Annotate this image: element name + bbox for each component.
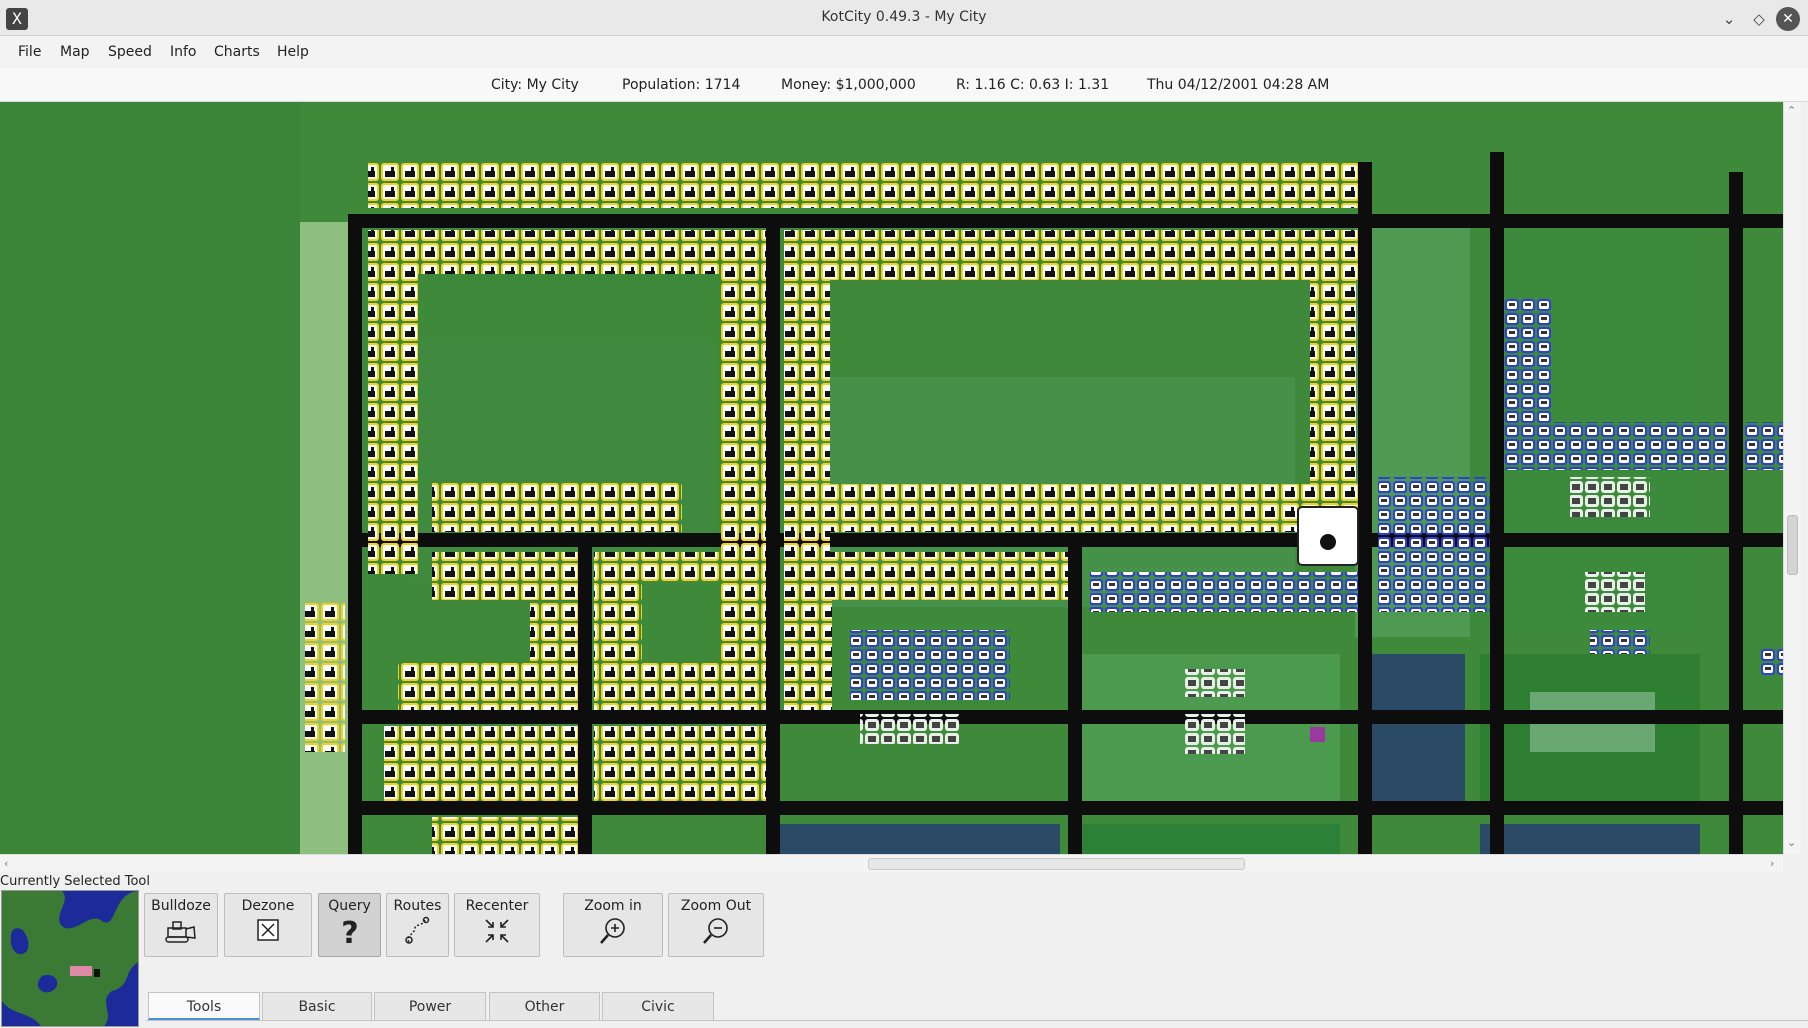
vertical-scroll-thumb[interactable]	[1787, 515, 1798, 575]
city-name-label: City: My City	[491, 77, 579, 93]
svg-text:?: ?	[341, 916, 358, 946]
question-icon: ?	[341, 916, 358, 946]
menu-bar: File Map Speed Info Charts Help	[0, 36, 1808, 68]
zoom-out-button[interactable]: Zoom Out	[668, 893, 764, 957]
menu-map[interactable]: Map	[60, 44, 90, 60]
recenter-label: Recenter	[465, 898, 529, 914]
recenter-icon	[485, 919, 509, 943]
recenter-button[interactable]: Recenter	[454, 893, 540, 957]
menu-charts[interactable]: Charts	[214, 44, 260, 60]
zoom-in-icon	[600, 918, 625, 944]
city-map-viewport[interactable]	[0, 102, 1783, 854]
zoom-out-label: Zoom Out	[680, 898, 752, 914]
horizontal-scroll-thumb[interactable]	[868, 858, 1245, 870]
dezone-icon	[257, 919, 279, 941]
tab-other[interactable]: Other	[489, 992, 600, 1020]
minimize-icon[interactable]: ⌄	[1717, 7, 1741, 31]
dezone-button[interactable]: Dezone	[224, 893, 312, 957]
money-label: Money: $1,000,000	[781, 77, 916, 93]
selected-tool-label: Currently Selected Tool	[0, 874, 151, 889]
window-title: KotCity 0.49.3 - My City	[821, 9, 987, 25]
scroll-down-icon[interactable]: ⌄	[1787, 836, 1796, 849]
menu-speed[interactable]: Speed	[108, 44, 152, 60]
minimap-canvas[interactable]	[2, 891, 139, 1027]
bulldozer-icon	[165, 921, 196, 943]
maximize-icon[interactable]: ◇	[1747, 7, 1771, 31]
query-label: Query	[328, 898, 371, 914]
zoom-in-button[interactable]: Zoom in	[563, 893, 663, 957]
menu-help[interactable]: Help	[277, 44, 309, 60]
map-horizontal-scrollbar[interactable]: ‹ ›	[0, 854, 1783, 872]
rci-demand-label: R: 1.16 C: 0.63 I: 1.31	[956, 77, 1110, 93]
menu-info[interactable]: Info	[170, 44, 197, 60]
dezone-label: Dezone	[241, 898, 295, 914]
scroll-left-icon[interactable]: ‹	[4, 857, 8, 870]
tab-tools[interactable]: Tools	[148, 992, 260, 1020]
city-map[interactable]	[0, 102, 1783, 854]
zoom-in-label: Zoom in	[584, 898, 642, 914]
scroll-right-icon[interactable]: ›	[1770, 857, 1774, 870]
tab-civic[interactable]: Civic	[602, 992, 714, 1020]
population-label: Population: 1714	[622, 77, 741, 93]
date-time-label: Thu 04/12/2001 04:28 AM	[1147, 77, 1330, 93]
title-bar: X KotCity 0.49.3 - My City ⌄ ◇ ✕	[0, 0, 1808, 36]
tab-basic[interactable]: Basic	[262, 992, 372, 1020]
scroll-up-icon[interactable]: ⌃	[1787, 104, 1796, 117]
routes-label: Routes	[393, 898, 442, 914]
bulldoze-button[interactable]: Bulldoze	[144, 893, 218, 957]
close-icon[interactable]: ✕	[1776, 7, 1800, 31]
minimap[interactable]	[1, 890, 139, 1027]
bulldoze-label: Bulldoze	[151, 898, 211, 914]
map-vertical-scrollbar[interactable]: ⌃ ⌄	[1783, 102, 1801, 854]
zoom-out-icon	[703, 918, 728, 944]
routes-icon	[404, 916, 429, 944]
query-button[interactable]: Query ?	[318, 893, 381, 957]
tab-divider	[146, 1020, 1808, 1021]
routes-button[interactable]: Routes	[386, 893, 449, 957]
tab-power[interactable]: Power	[374, 992, 486, 1020]
menu-file[interactable]: File	[18, 44, 41, 60]
city-status-bar: City: My City Population: 1714 Money: $1…	[0, 68, 1808, 102]
